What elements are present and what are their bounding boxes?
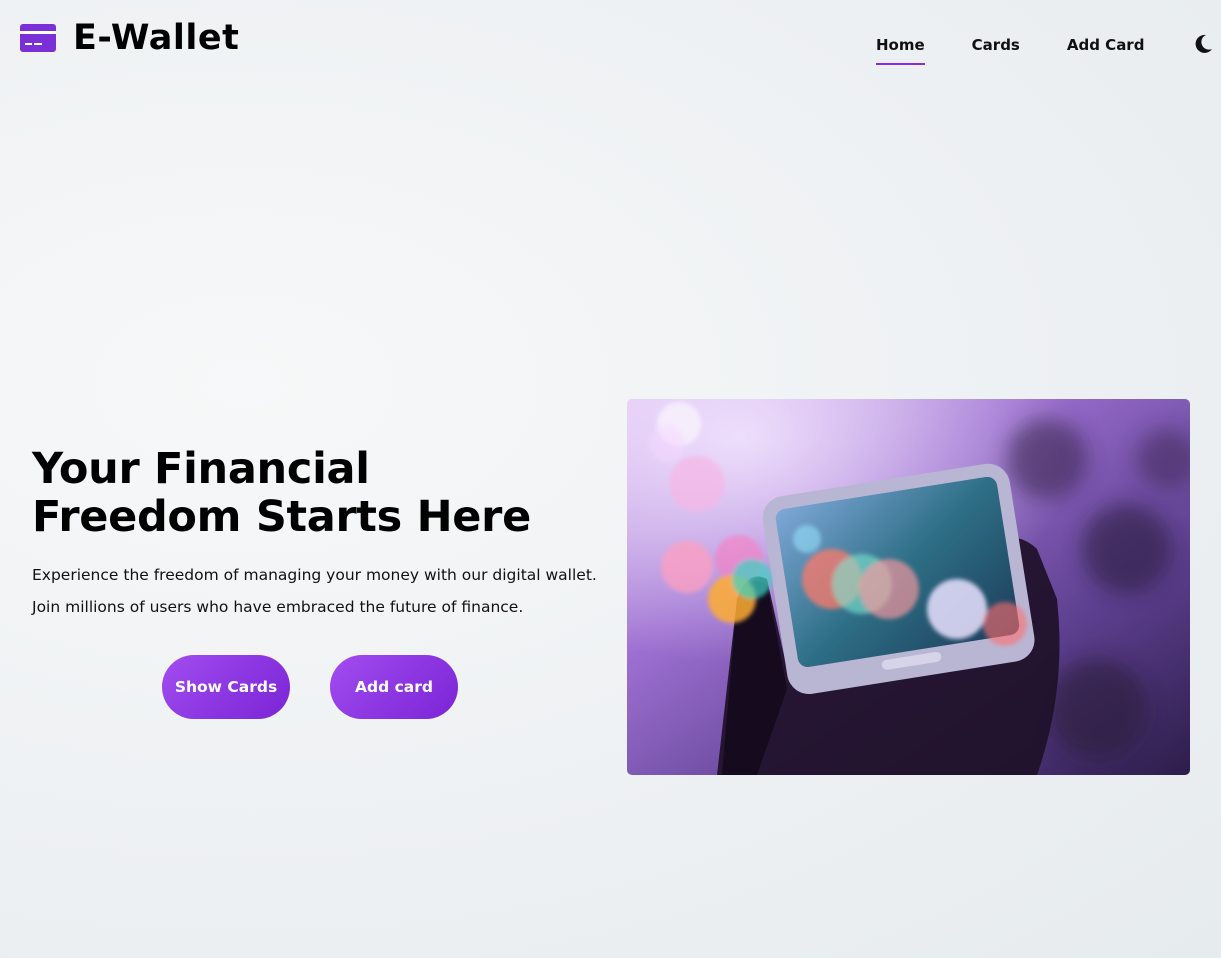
credit-card-icon — [20, 24, 56, 52]
hero-description: Experience the freedom of managing your … — [32, 566, 597, 616]
hero-image — [627, 399, 1190, 775]
brand-name: E-Wallet — [73, 18, 240, 58]
hero-title: Your Financial Freedom Starts Here — [32, 444, 531, 542]
add-card-button[interactable]: Add card — [330, 655, 458, 719]
brand-logo[interactable]: E-Wallet — [20, 16, 239, 60]
nav-link-cards[interactable]: Cards — [972, 35, 1020, 65]
show-cards-button[interactable]: Show Cards — [162, 655, 290, 719]
moon-icon[interactable] — [1195, 34, 1213, 54]
main-nav: Home Cards Add Card — [876, 35, 1144, 65]
nav-link-add-card[interactable]: Add Card — [1067, 35, 1145, 65]
hero-phone-photo — [627, 399, 1190, 775]
nav-link-home[interactable]: Home — [876, 35, 925, 65]
